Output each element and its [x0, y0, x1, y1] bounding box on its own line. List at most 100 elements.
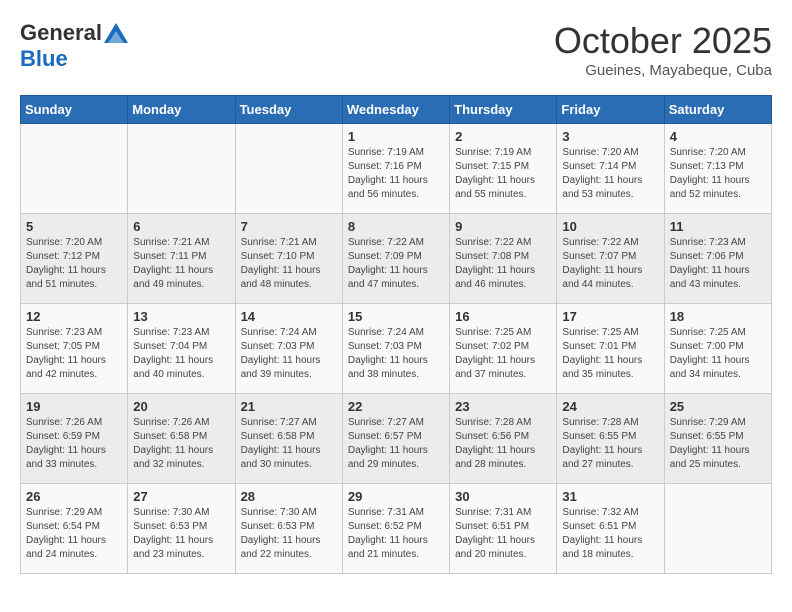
day-number: 10: [562, 219, 658, 234]
day-number: 26: [26, 489, 122, 504]
calendar-day-cell: 28Sunrise: 7:30 AM Sunset: 6:53 PM Dayli…: [235, 484, 342, 574]
calendar-empty-cell: [21, 124, 128, 214]
calendar-day-cell: 5 Sunrise: 7:20 AM Sunset: 7:12 PM Daylig…: [21, 214, 128, 304]
day-number: 23: [455, 399, 551, 414]
day-number: 21: [241, 399, 337, 414]
location-subtitle: Gueines, Mayabeque, Cuba: [554, 62, 772, 79]
day-info: Sunrise: 7:20 AM Sunset: 7:14 PM Dayligh…: [562, 146, 658, 202]
day-number: 25: [670, 399, 766, 414]
day-number: 20: [133, 399, 229, 414]
day-info: Sunrise: 7:30 AM Sunset: 6:53 PM Dayligh…: [133, 506, 229, 562]
calendar-day-cell: 20 Sunrise: 7:26 AM Sunset: 6:58 PM Dayli…: [128, 394, 235, 484]
day-info: Sunrise: 7:22 AM Sunset: 7:07 PM Dayligh…: [562, 236, 658, 292]
calendar-day-cell: 6 Sunrise: 7:21 AM Sunset: 7:11 PM Daylig…: [128, 214, 235, 304]
calendar-day-cell: 15 Sunrise: 7:24 AM Sunset: 7:03 PM Dayli…: [342, 304, 449, 394]
day-info: Sunrise: 7:19 AM Sunset: 7:15 PM Dayligh…: [455, 146, 551, 202]
calendar-day-cell: 18 Sunrise: 7:25 AM Sunset: 7:00 PM Dayli…: [664, 304, 771, 394]
day-of-week-header: Monday: [128, 96, 235, 124]
calendar-day-cell: 12Sunrise: 7:23 AM Sunset: 7:05 PM Dayli…: [21, 304, 128, 394]
day-number: 4: [670, 129, 766, 144]
day-info: Sunrise: 7:32 AM Sunset: 6:51 PM Dayligh…: [562, 506, 658, 562]
day-info: Sunrise: 7:26 AM Sunset: 6:58 PM Dayligh…: [133, 416, 229, 472]
day-info: Sunrise: 7:20 AM Sunset: 7:13 PM Dayligh…: [670, 146, 766, 202]
day-number: 2: [455, 129, 551, 144]
calendar-day-cell: 16Sunrise: 7:25 AM Sunset: 7:02 PM Dayli…: [450, 304, 557, 394]
day-info: Sunrise: 7:24 AM Sunset: 7:03 PM Dayligh…: [348, 326, 444, 382]
title-area: October 2025 Gueines, Mayabeque, Cuba: [554, 20, 772, 79]
calendar-day-cell: 21Sunrise: 7:27 AM Sunset: 6:58 PM Dayli…: [235, 394, 342, 484]
day-of-week-header: Tuesday: [235, 96, 342, 124]
day-number: 24: [562, 399, 658, 414]
day-number: 8: [348, 219, 444, 234]
calendar-week-row: 1Sunrise: 7:19 AM Sunset: 7:16 PM Daylig…: [21, 124, 772, 214]
calendar-week-row: 19 Sunrise: 7:26 AM Sunset: 6:59 PM Dayli…: [21, 394, 772, 484]
day-number: 18: [670, 309, 766, 324]
calendar-day-cell: 10 Sunrise: 7:22 AM Sunset: 7:07 PM Dayli…: [557, 214, 664, 304]
day-info: Sunrise: 7:22 AM Sunset: 7:09 PM Dayligh…: [348, 236, 444, 292]
calendar-day-cell: 7 Sunrise: 7:21 AM Sunset: 7:10 PM Daylig…: [235, 214, 342, 304]
calendar-day-cell: 31 Sunrise: 7:32 AM Sunset: 6:51 PM Dayli…: [557, 484, 664, 574]
calendar-empty-cell: [128, 124, 235, 214]
calendar-week-row: 5 Sunrise: 7:20 AM Sunset: 7:12 PM Daylig…: [21, 214, 772, 304]
month-title: October 2025: [554, 20, 772, 62]
calendar-day-cell: 9 Sunrise: 7:22 AM Sunset: 7:08 PM Daylig…: [450, 214, 557, 304]
day-number: 14: [241, 309, 337, 324]
day-number: 29: [348, 489, 444, 504]
calendar-day-cell: 19 Sunrise: 7:26 AM Sunset: 6:59 PM Dayli…: [21, 394, 128, 484]
calendar-day-cell: 8 Sunrise: 7:22 AM Sunset: 7:09 PM Daylig…: [342, 214, 449, 304]
day-info: Sunrise: 7:27 AM Sunset: 6:57 PM Dayligh…: [348, 416, 444, 472]
day-info: Sunrise: 7:25 AM Sunset: 7:00 PM Dayligh…: [670, 326, 766, 382]
logo-icon: [104, 21, 128, 45]
day-info: Sunrise: 7:25 AM Sunset: 7:01 PM Dayligh…: [562, 326, 658, 382]
calendar-day-cell: 30 Sunrise: 7:31 AM Sunset: 6:51 PM Dayli…: [450, 484, 557, 574]
calendar-day-cell: 17 Sunrise: 7:25 AM Sunset: 7:01 PM Dayli…: [557, 304, 664, 394]
calendar-week-row: 26 Sunrise: 7:29 AM Sunset: 6:54 PM Dayli…: [21, 484, 772, 574]
day-number: 7: [241, 219, 337, 234]
day-info: Sunrise: 7:31 AM Sunset: 6:51 PM Dayligh…: [455, 506, 551, 562]
day-number: 5: [26, 219, 122, 234]
calendar-day-cell: 11 Sunrise: 7:23 AM Sunset: 7:06 PM Dayli…: [664, 214, 771, 304]
day-number: 31: [562, 489, 658, 504]
logo-general-text: General: [20, 20, 102, 46]
calendar-day-cell: 3Sunrise: 7:20 AM Sunset: 7:14 PM Daylig…: [557, 124, 664, 214]
day-number: 13: [133, 309, 229, 324]
day-number: 9: [455, 219, 551, 234]
calendar-header-row: SundayMondayTuesdayWednesdayThursdayFrid…: [21, 96, 772, 124]
day-info: Sunrise: 7:29 AM Sunset: 6:55 PM Dayligh…: [670, 416, 766, 472]
day-number: 27: [133, 489, 229, 504]
day-number: 30: [455, 489, 551, 504]
day-info: Sunrise: 7:26 AM Sunset: 6:59 PM Dayligh…: [26, 416, 122, 472]
day-number: 6: [133, 219, 229, 234]
logo-blue-text: Blue: [20, 46, 68, 71]
day-info: Sunrise: 7:31 AM Sunset: 6:52 PM Dayligh…: [348, 506, 444, 562]
day-info: Sunrise: 7:29 AM Sunset: 6:54 PM Dayligh…: [26, 506, 122, 562]
calendar-day-cell: 29 Sunrise: 7:31 AM Sunset: 6:52 PM Dayli…: [342, 484, 449, 574]
day-info: Sunrise: 7:22 AM Sunset: 7:08 PM Dayligh…: [455, 236, 551, 292]
day-info: Sunrise: 7:20 AM Sunset: 7:12 PM Dayligh…: [26, 236, 122, 292]
calendar-table: SundayMondayTuesdayWednesdayThursdayFrid…: [20, 95, 772, 574]
page-header: General Blue October 2025 Gueines, Mayab…: [20, 20, 772, 79]
calendar-day-cell: 14Sunrise: 7:24 AM Sunset: 7:03 PM Dayli…: [235, 304, 342, 394]
day-number: 17: [562, 309, 658, 324]
day-number: 22: [348, 399, 444, 414]
logo: General Blue: [20, 20, 128, 72]
day-info: Sunrise: 7:28 AM Sunset: 6:56 PM Dayligh…: [455, 416, 551, 472]
day-info: Sunrise: 7:23 AM Sunset: 7:06 PM Dayligh…: [670, 236, 766, 292]
day-info: Sunrise: 7:25 AM Sunset: 7:02 PM Dayligh…: [455, 326, 551, 382]
calendar-week-row: 12Sunrise: 7:23 AM Sunset: 7:05 PM Dayli…: [21, 304, 772, 394]
day-number: 11: [670, 219, 766, 234]
day-number: 15: [348, 309, 444, 324]
day-info: Sunrise: 7:21 AM Sunset: 7:11 PM Dayligh…: [133, 236, 229, 292]
calendar-day-cell: 26 Sunrise: 7:29 AM Sunset: 6:54 PM Dayli…: [21, 484, 128, 574]
calendar-day-cell: 27 Sunrise: 7:30 AM Sunset: 6:53 PM Dayli…: [128, 484, 235, 574]
calendar-day-cell: 23 Sunrise: 7:28 AM Sunset: 6:56 PM Dayli…: [450, 394, 557, 484]
calendar-day-cell: 13Sunrise: 7:23 AM Sunset: 7:04 PM Dayli…: [128, 304, 235, 394]
calendar-day-cell: 2 Sunrise: 7:19 AM Sunset: 7:15 PM Daylig…: [450, 124, 557, 214]
day-of-week-header: Wednesday: [342, 96, 449, 124]
day-of-week-header: Saturday: [664, 96, 771, 124]
calendar-day-cell: 1Sunrise: 7:19 AM Sunset: 7:16 PM Daylig…: [342, 124, 449, 214]
calendar-empty-cell: [664, 484, 771, 574]
calendar-empty-cell: [235, 124, 342, 214]
day-number: 19: [26, 399, 122, 414]
day-info: Sunrise: 7:21 AM Sunset: 7:10 PM Dayligh…: [241, 236, 337, 292]
